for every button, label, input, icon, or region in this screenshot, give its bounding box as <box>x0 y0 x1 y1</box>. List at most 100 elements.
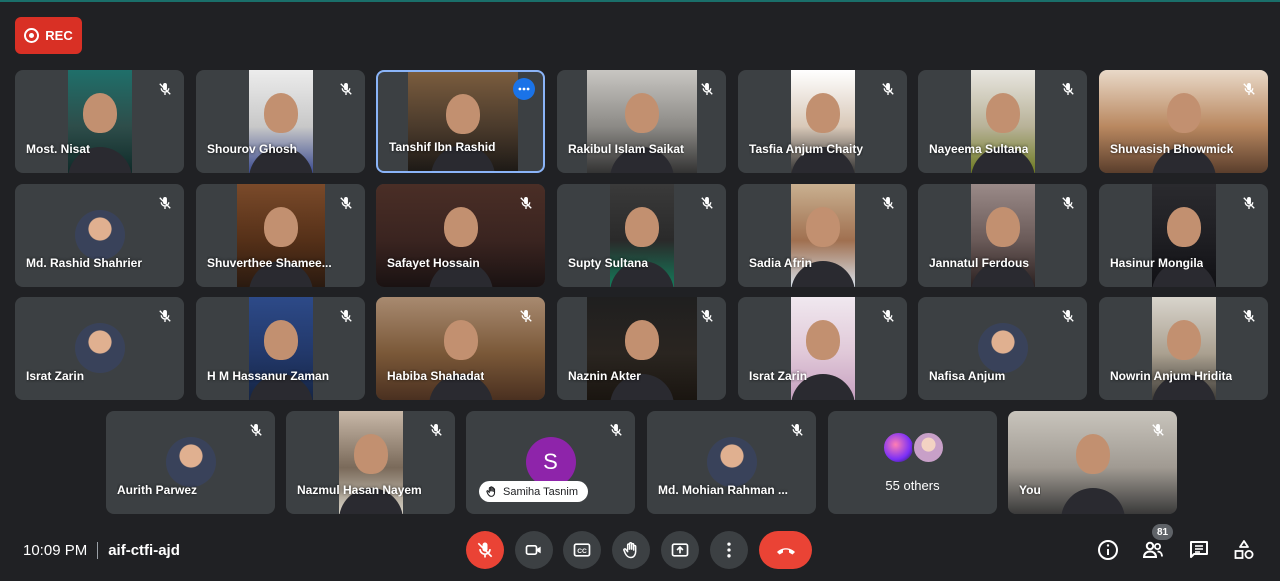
mic-toggle-button[interactable] <box>466 531 504 569</box>
muted-indicator <box>1059 80 1077 98</box>
participant-name: Nafisa Anjum <box>929 369 1006 383</box>
participant-tile[interactable]: Md. Rashid Shahrier <box>15 184 184 287</box>
mic-off-icon <box>159 83 171 95</box>
top-accent-line <box>0 0 1280 2</box>
muted-indicator <box>1149 421 1167 439</box>
mic-off-icon <box>882 310 894 322</box>
present-screen-icon <box>671 543 689 557</box>
captions-icon: CC <box>573 543 591 557</box>
participant-avatar <box>74 210 125 260</box>
participant-face <box>805 206 840 247</box>
mic-off-icon <box>701 197 713 209</box>
raise-hand-icon <box>486 486 496 497</box>
tile-options-button[interactable] <box>513 78 535 100</box>
others-count-label: 55 others <box>885 478 940 493</box>
muted-indicator <box>337 80 355 98</box>
muted-indicator <box>607 421 625 439</box>
participant-name: Naznin Akter <box>568 369 641 383</box>
meeting-info-button[interactable] <box>1096 538 1120 562</box>
muted-indicator <box>427 421 445 439</box>
muted-indicator <box>1059 194 1077 212</box>
mic-off-icon <box>610 424 622 436</box>
participant-tile[interactable]: Safayet Hossain <box>376 184 545 287</box>
participant-tile[interactable]: Aurith Parwez <box>106 411 275 514</box>
chat-button[interactable] <box>1187 538 1211 562</box>
participant-tile[interactable]: Tasfia Anjum Chaity <box>738 70 907 173</box>
participant-name: Jannatul Ferdous <box>929 256 1030 270</box>
others-avatar <box>912 431 945 464</box>
participant-video <box>609 184 674 287</box>
mic-off-icon <box>159 310 171 322</box>
muted-indicator <box>517 307 535 325</box>
participant-video <box>790 297 855 400</box>
mic-off-icon <box>250 424 262 436</box>
participant-avatar <box>74 323 125 373</box>
recording-label: REC <box>45 28 73 43</box>
participant-name: Samiha Tasnim <box>503 485 578 498</box>
participant-avatar <box>977 323 1028 373</box>
participant-tile[interactable]: Md. Mohian Rahman ... <box>647 411 816 514</box>
participant-tile[interactable]: Naznin Akter <box>557 297 726 400</box>
activities-button[interactable] <box>1232 538 1256 562</box>
participant-tile[interactable]: Jannatul Ferdous <box>918 184 1087 287</box>
muted-indicator <box>698 80 716 98</box>
present-screen-button[interactable] <box>661 531 699 569</box>
participant-name: Shourov Ghosh <box>207 142 297 156</box>
participant-tile[interactable]: Most. Nisat <box>15 70 184 173</box>
participant-name: Rakibul Islam Saikat <box>568 142 685 156</box>
participant-tile[interactable]: H M Hassanur Zaman <box>196 297 365 400</box>
camera-toggle-button[interactable] <box>515 531 553 569</box>
mic-off-icon <box>701 310 713 322</box>
participant-tile[interactable]: Shuvasish Bhowmick <box>1099 70 1268 173</box>
participant-tile[interactable]: Shourov Ghosh <box>196 70 365 173</box>
participant-tile[interactable]: S Samiha Tasnim <box>466 411 635 514</box>
participant-name: Shuverthee Shamee... <box>207 256 332 270</box>
participant-tile[interactable]: Shuverthee Shamee... <box>196 184 365 287</box>
mic-off-icon <box>159 197 171 209</box>
participant-face <box>353 433 388 474</box>
participant-tile[interactable]: Israt Zarin <box>15 297 184 400</box>
participant-name: You <box>1019 483 1041 497</box>
participant-name: Tanshif Ibn Rashid <box>389 140 496 154</box>
mic-off-icon <box>701 83 713 95</box>
others-tile[interactable]: 55 others <box>828 411 997 514</box>
svg-text:CC: CC <box>577 548 587 555</box>
participant-tile[interactable]: Nazmul Hasan Nayem <box>286 411 455 514</box>
participant-tile[interactable]: Nayeema Sultana <box>918 70 1087 173</box>
participant-face <box>624 206 659 247</box>
people-button[interactable] <box>1141 538 1165 562</box>
mic-off-icon <box>520 310 532 322</box>
raised-hand-chip: Samiha Tasnim <box>479 481 588 502</box>
participant-name: Israt Zarin <box>749 369 808 383</box>
muted-indicator <box>337 194 355 212</box>
mic-off-icon <box>477 542 493 558</box>
participant-video <box>67 70 132 173</box>
captions-button[interactable]: CC <box>563 531 601 569</box>
participant-tile[interactable]: Tanshif Ibn Rashid <box>376 70 545 173</box>
participant-tile[interactable]: Nowrin Anjum Hridita <box>1099 297 1268 400</box>
participant-tile[interactable]: Habiba Shahadat <box>376 297 545 400</box>
more-options-button[interactable] <box>710 531 748 569</box>
meeting-code[interactable]: aif-ctfi-ajd <box>108 542 180 559</box>
participant-name: Hasinur Mongila <box>1110 256 1204 270</box>
participant-face <box>263 319 298 360</box>
end-call-button[interactable] <box>759 531 812 569</box>
participant-video <box>790 184 855 287</box>
participant-tile[interactable]: Hasinur Mongila <box>1099 184 1268 287</box>
participant-tile[interactable]: You <box>1008 411 1177 514</box>
muted-indicator <box>1240 307 1258 325</box>
participant-name: Tasfia Anjum Chaity <box>749 142 864 156</box>
participant-video <box>248 70 313 173</box>
participant-tile[interactable]: Supty Sultana <box>557 184 726 287</box>
participant-face <box>805 319 840 360</box>
participant-avatar <box>706 437 757 487</box>
raise-hand-button[interactable] <box>612 531 650 569</box>
participant-tile[interactable]: Sadia Afrin <box>738 184 907 287</box>
participant-name: Md. Mohian Rahman ... <box>658 483 789 497</box>
mic-off-icon <box>1243 83 1255 95</box>
participant-tile[interactable]: Israt Zarin <box>738 297 907 400</box>
participant-tile[interactable]: Nafisa Anjum <box>918 297 1087 400</box>
recording-indicator: REC <box>15 17 82 54</box>
participant-face <box>1166 319 1201 360</box>
participant-tile[interactable]: Rakibul Islam Saikat <box>557 70 726 173</box>
